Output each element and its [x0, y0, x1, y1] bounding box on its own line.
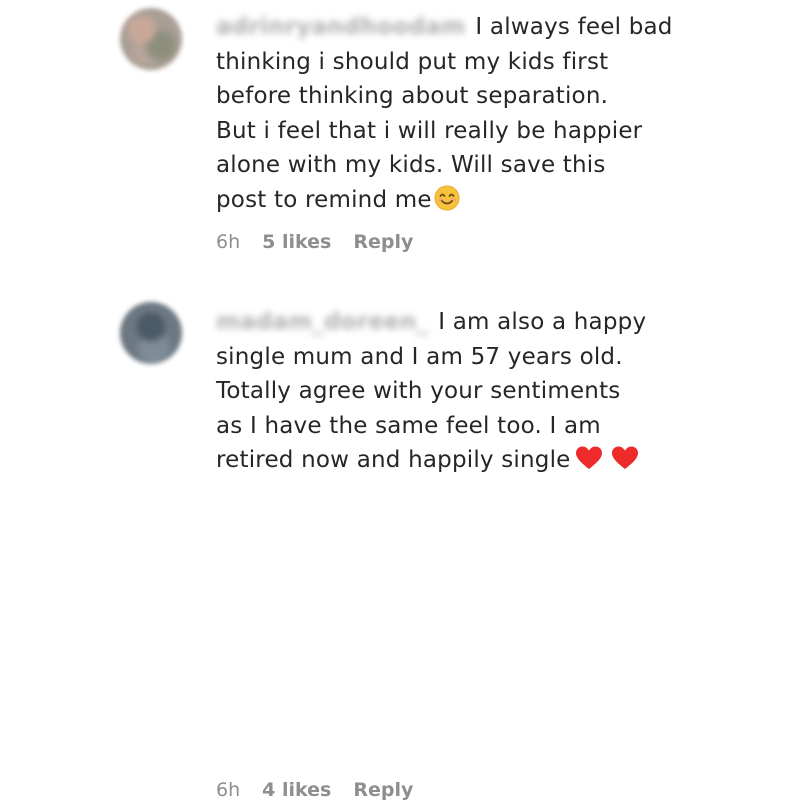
comment-line: post to remind me — [216, 183, 656, 222]
comment-line-text: I always feel bad — [475, 14, 673, 40]
heart-icon — [611, 445, 639, 482]
comment-line: Totally agree with your sentiments — [216, 378, 621, 404]
smiling-face-icon — [434, 185, 460, 222]
reply-button[interactable]: Reply — [353, 231, 413, 253]
likes-count[interactable]: 5 likes — [262, 231, 331, 253]
comment-line: But i feel that i will really be happier — [216, 117, 643, 144]
comment-line: alone with my kids. Will save this — [216, 152, 606, 178]
comment-line: before thinking about separation. — [216, 83, 609, 109]
comment-line: as I have the same feel too. I am — [216, 412, 601, 439]
comment-line: madam_doreen_ I am also a happy — [216, 305, 656, 340]
username[interactable]: adrinryandhoodam — [216, 10, 465, 45]
heart-icon — [575, 445, 603, 482]
comment-text: adrinryandhoodam I always feel bad thinki… — [216, 10, 672, 222]
comment-line: thinking i should put my kids first — [216, 48, 609, 75]
avatar[interactable] — [120, 8, 182, 70]
likes-count[interactable]: 4 likes — [262, 779, 331, 801]
reply-button[interactable]: Reply — [353, 779, 413, 801]
comment-line-text: I am also a happy — [438, 309, 647, 335]
comment-line-text: post to remind me — [216, 186, 432, 213]
comment-meta: 6h 4 likes Reply — [216, 779, 413, 801]
comment-text: madam_doreen_ I am also a happy single mu… — [216, 305, 656, 482]
comment-line: retired now and happily single — [216, 443, 656, 482]
username[interactable]: madam_doreen_ — [216, 305, 428, 340]
comment-meta: 6h 5 likes Reply — [216, 231, 413, 253]
comment-line: single mum and I am 57 years old. — [216, 343, 623, 370]
timestamp: 6h — [216, 779, 241, 801]
comment-line: adrinryandhoodam I always feel bad — [216, 10, 672, 45]
timestamp: 6h — [216, 231, 241, 253]
avatar[interactable] — [120, 302, 182, 364]
comment-line-text: retired now and happily single — [216, 447, 571, 473]
